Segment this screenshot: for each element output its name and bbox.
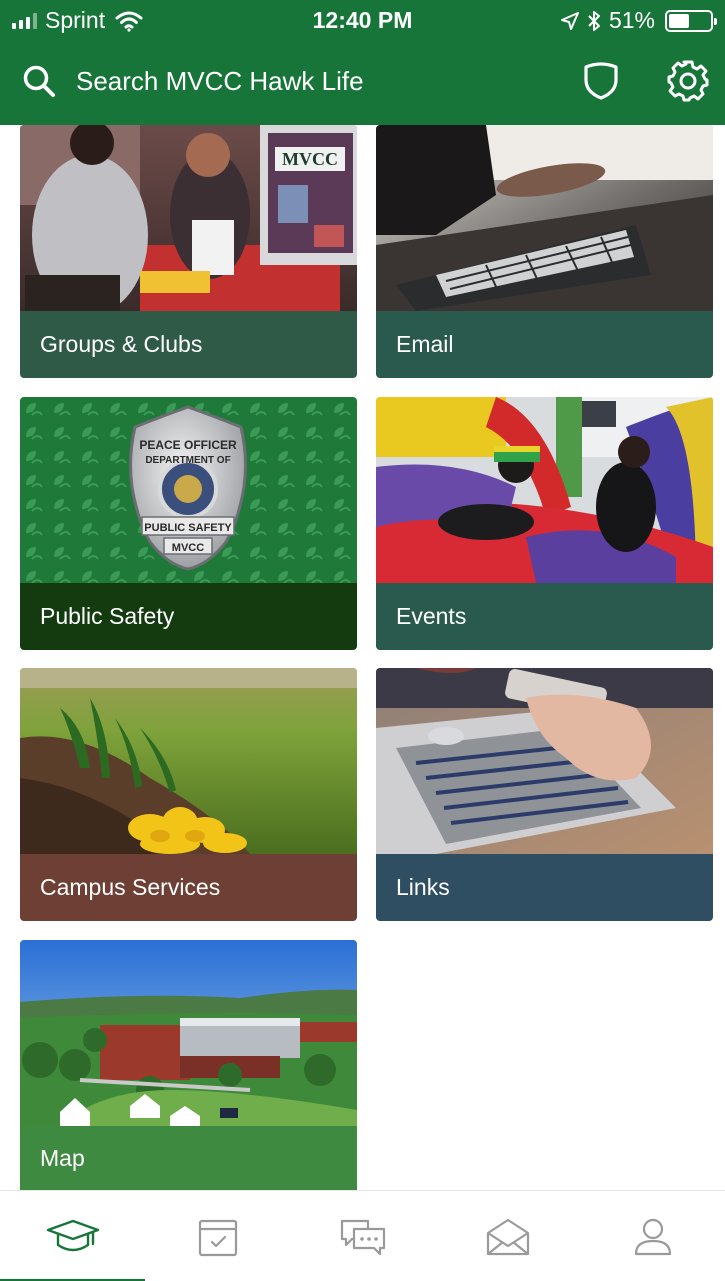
status-bar: Sprint 12:40 PM 51% <box>0 0 725 40</box>
tile-events[interactable]: Events <box>376 397 713 650</box>
bluetooth-icon <box>588 10 600 31</box>
app-header: Sprint 12:40 PM 51% Search MVCC Hawk Lif… <box>0 0 725 125</box>
tile-groups-clubs[interactable]: MVCC Groups & Clubs <box>20 125 357 378</box>
map-photo <box>20 940 357 1126</box>
tile-campus-services[interactable]: Campus Services <box>20 668 357 921</box>
settings-button[interactable] <box>665 58 711 104</box>
tile-email[interactable]: Email <box>376 125 713 378</box>
tile-label: Email <box>376 311 713 378</box>
tile-label: Map <box>20 1126 357 1190</box>
graduation-cap-icon <box>46 1219 99 1251</box>
calendar-check-icon <box>198 1219 237 1256</box>
groups-clubs-photo: MVCC <box>20 125 357 311</box>
tile-label: Public Safety <box>20 583 357 650</box>
search-input[interactable]: Search MVCC Hawk Life <box>76 66 364 97</box>
tab-messages[interactable] <box>290 1191 435 1281</box>
tab-inbox[interactable] <box>435 1191 580 1281</box>
profile-icon <box>634 1218 671 1255</box>
tile-map[interactable]: Map <box>20 940 357 1190</box>
tile-label: Links <box>376 854 713 921</box>
badge-line2: DEPARTMENT OF <box>145 455 230 466</box>
links-photo <box>376 668 713 854</box>
battery-percent: 51% <box>608 7 655 33</box>
location-arrow-icon <box>560 11 579 30</box>
tile-label: Groups & Clubs <box>20 311 357 378</box>
chat-bubbles-icon <box>340 1219 385 1255</box>
tab-calendar[interactable] <box>145 1191 290 1281</box>
badge-line1: PEACE OFFICER <box>139 438 237 452</box>
badge-line4: MVCC <box>172 542 204 554</box>
tab-home[interactable] <box>0 1191 145 1281</box>
tile-links[interactable]: Links <box>376 668 713 921</box>
battery-fill <box>669 13 690 28</box>
badge-line3: PUBLIC SAFETY <box>144 522 232 534</box>
search-icon <box>23 65 55 97</box>
tile-label: Campus Services <box>20 854 357 921</box>
shield-button[interactable] <box>578 58 624 104</box>
email-photo <box>376 125 713 311</box>
battery-icon <box>665 9 717 32</box>
envelope-icon <box>486 1218 529 1255</box>
tab-bar <box>0 1190 725 1281</box>
events-photo <box>376 397 713 583</box>
gear-icon <box>667 60 709 102</box>
search-bar[interactable]: Search MVCC Hawk Life <box>22 58 562 104</box>
shield-icon <box>584 62 618 100</box>
booth-sign-text: MVCC <box>282 149 338 169</box>
public-safety-photo: PEACE OFFICER DEPARTMENT OF PUBLIC SAFET… <box>20 397 357 583</box>
tile-label: Events <box>376 583 713 650</box>
campus-services-photo <box>20 668 357 854</box>
tile-public-safety[interactable]: PEACE OFFICER DEPARTMENT OF PUBLIC SAFET… <box>20 397 357 650</box>
tab-profile[interactable] <box>580 1191 725 1281</box>
